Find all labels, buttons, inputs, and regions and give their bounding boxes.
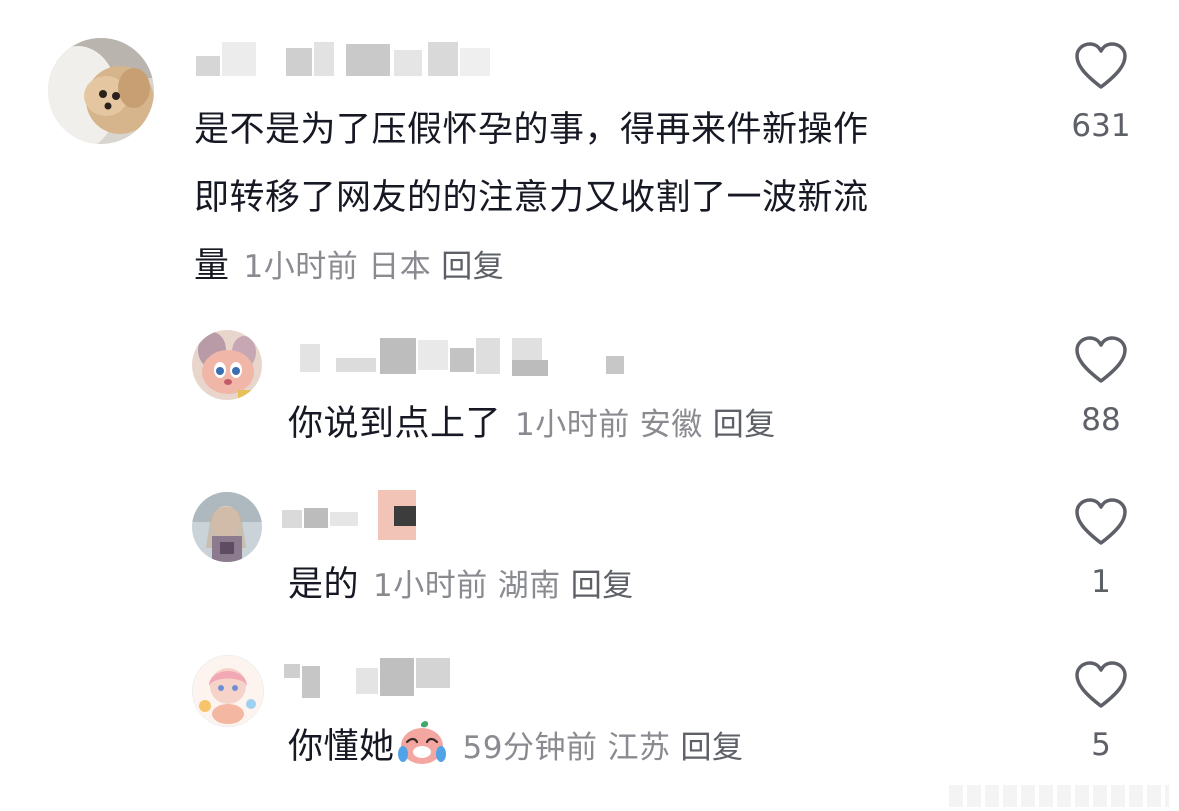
reply-button[interactable]: 回复 — [441, 249, 504, 285]
avatar[interactable] — [192, 330, 262, 400]
comment-location: 安徽 — [639, 407, 703, 443]
like-count: 5 — [1091, 727, 1111, 763]
comment-text: 你说到点上了 — [288, 404, 502, 444]
comment-time: 1小时前 — [373, 568, 488, 604]
comment-body: 你懂她 59分钟前 江苏 回复 — [288, 713, 743, 789]
username-redacted[interactable] — [282, 488, 422, 544]
avatar[interactable] — [192, 655, 264, 727]
comment-location: 湖南 — [497, 568, 561, 604]
reply-button[interactable]: 回复 — [713, 407, 776, 443]
comment-text-line: 即转移了网友的的注意力又收割了一波新流 — [194, 178, 869, 218]
girl-photo-avatar-icon — [192, 492, 262, 562]
comment-location: 江苏 — [607, 730, 671, 766]
heart-icon — [1075, 336, 1127, 383]
reply-button[interactable]: 回复 — [680, 730, 743, 766]
comment-time: 1小时前 — [243, 249, 359, 285]
like-button[interactable]: 88 — [1056, 336, 1146, 438]
comment-text: 你懂她 — [288, 727, 395, 767]
like-count: 631 — [1071, 108, 1131, 144]
comment-body: 是不是为了压假怀孕的事，得再来件新操作 即转移了网友的的注意力又收割了一波新流 … — [194, 96, 1034, 301]
watermark — [949, 785, 1169, 807]
comment-time: 59分钟前 — [462, 730, 598, 766]
dog-photo-avatar-icon — [48, 38, 154, 144]
avatar[interactable] — [192, 492, 262, 562]
comment-text: 是的 — [288, 565, 360, 605]
username-redacted[interactable] — [196, 42, 496, 80]
like-button[interactable]: 631 — [1056, 42, 1146, 144]
like-button[interactable]: 5 — [1056, 661, 1146, 763]
like-count: 88 — [1081, 402, 1121, 438]
comment-time: 1小时前 — [515, 407, 630, 443]
anime-illustration-avatar-icon — [193, 656, 263, 726]
comment-body: 是的 1小时前 湖南 回复 — [288, 551, 634, 620]
comment-text-line: 是不是为了压假怀孕的事，得再来件新操作 — [194, 110, 869, 150]
like-button[interactable]: 1 — [1056, 498, 1146, 600]
comment-body: 你说到点上了 1小时前 安徽 回复 — [288, 390, 776, 459]
heart-icon — [1075, 498, 1127, 545]
comment-list: 是不是为了压假怀孕的事，得再来件新操作 即转移了网友的的注意力又收割了一波新流 … — [0, 0, 1179, 811]
comment-location: 日本 — [368, 249, 432, 285]
like-count: 1 — [1091, 564, 1111, 600]
username-redacted[interactable] — [284, 658, 464, 698]
comment-text-line: 量 — [194, 246, 230, 286]
heart-icon — [1075, 42, 1127, 89]
cartoon-character-avatar-icon — [192, 330, 262, 400]
reply-button[interactable]: 回复 — [571, 568, 634, 604]
crying-laughing-emoji-icon — [397, 720, 447, 789]
avatar[interactable] — [48, 38, 154, 144]
heart-icon — [1075, 661, 1127, 708]
username-redacted[interactable] — [300, 338, 630, 378]
